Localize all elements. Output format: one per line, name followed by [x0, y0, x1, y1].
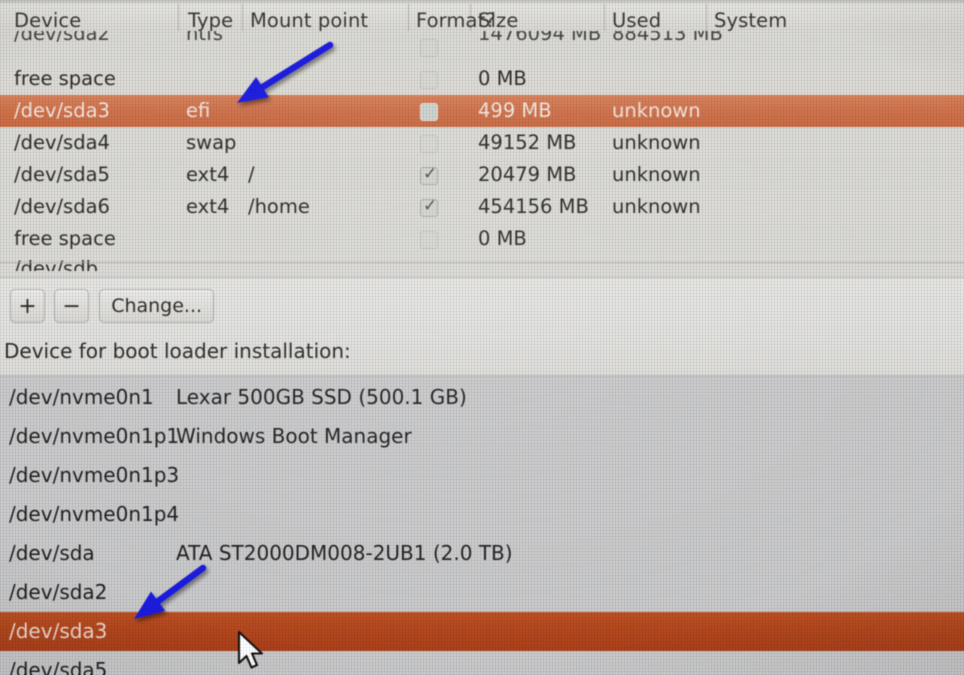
- partition-used-cell: 884513 MB: [612, 31, 723, 45]
- change-partition-button[interactable]: Change...: [99, 289, 215, 323]
- boot-device-item[interactable]: /dev/nvme0n1p3: [0, 456, 964, 495]
- boot-device-name: /dev/sda3: [9, 619, 108, 643]
- format-checkbox[interactable]: [420, 103, 438, 121]
- format-checkbox[interactable]: [420, 39, 438, 57]
- partition-device-cell: /dev/sda3: [14, 99, 110, 122]
- boot-device-name: /dev/nvme0n1p3: [9, 463, 180, 487]
- partition-device-cell: /dev/sda2: [14, 31, 110, 45]
- partition-type-cell: swap: [186, 131, 237, 154]
- partition-device-cell: /dev/sdb: [14, 257, 98, 271]
- boot-device-item[interactable]: /dev/sda2: [0, 573, 964, 612]
- column-header-system[interactable]: System: [714, 9, 787, 32]
- boot-device-item[interactable]: /dev/nvme0n1p4: [0, 495, 964, 534]
- partition-type-cell: ext4: [186, 195, 230, 218]
- partition-size-cell: 20479 MB: [478, 163, 577, 186]
- partition-row[interactable]: free space 0 MB: [0, 223, 964, 255]
- partition-size-cell: 454156 MB: [478, 195, 589, 218]
- boot-device-description: Lexar 500GB SSD (500.1 GB): [176, 385, 467, 409]
- partition-row[interactable]: /dev/sda5 ext4 / 20479 MB unknown ✓: [0, 159, 964, 191]
- partition-device-cell: /dev/sda4: [14, 131, 110, 154]
- boot-device-name: /dev/sda5: [9, 658, 108, 675]
- partition-row[interactable]: /dev/sda4 swap 49152 MB unknown: [0, 127, 964, 159]
- partition-device-cell: /dev/sda5: [14, 163, 110, 186]
- check-icon: ✓: [423, 164, 438, 184]
- partition-device-cell: /dev/sda6: [14, 195, 110, 218]
- column-header-type[interactable]: Type: [188, 9, 233, 32]
- partition-table-panel: Device Type Mount point Format? Size Use…: [0, 0, 964, 278]
- partition-row[interactable]: /dev/sda2 ntfs 1476094 MB 884513 MB: [0, 31, 964, 63]
- column-header-device[interactable]: Device: [14, 9, 81, 32]
- partition-row[interactable]: /dev/sda6 ext4/home 454156 MB unknown ✓: [0, 191, 964, 223]
- boot-loader-device-list[interactable]: /dev/nvme0n1 Lexar 500GB SSD (500.1 GB)/d…: [0, 375, 964, 675]
- partition-type-cell: ext4: [186, 163, 230, 186]
- boot-device-name: /dev/sda: [9, 541, 95, 565]
- partition-device-cell: free space: [14, 227, 116, 250]
- remove-partition-button[interactable]: −: [54, 289, 90, 323]
- partition-row[interactable]: /dev/sdb: [0, 255, 964, 271]
- partition-button-bar: + − Change...: [10, 289, 215, 323]
- boot-device-item[interactable]: /dev/sda5: [0, 651, 964, 675]
- column-header-used[interactable]: Used: [612, 9, 661, 32]
- partition-row[interactable]: free space 0 MB: [0, 63, 964, 95]
- format-checkbox[interactable]: [420, 231, 438, 249]
- partition-used-cell: unknown: [612, 131, 701, 154]
- partition-size-cell: 0 MB: [478, 227, 527, 250]
- format-checkbox[interactable]: [420, 71, 438, 89]
- boot-device-item[interactable]: /dev/nvme0n1p1 Windows Boot Manager: [0, 417, 964, 456]
- installer-screen-photo: Device Type Mount point Format? Size Use…: [0, 0, 964, 675]
- add-partition-button[interactable]: +: [10, 289, 45, 323]
- partition-type-cell: efi: [186, 99, 211, 122]
- partition-size-cell: 0 MB: [478, 67, 527, 90]
- partition-table-body: /dev/sda2 ntfs 1476094 MB 884513 MB free spa…: [0, 31, 964, 278]
- format-checkbox[interactable]: [420, 135, 438, 153]
- partition-row[interactable]: /dev/sda3 efi 499 MB unknown: [0, 95, 964, 127]
- boot-device-name: /dev/nvme0n1p4: [9, 502, 180, 526]
- boot-device-description: ATA ST2000DM008-2UB1 (2.0 TB): [176, 541, 513, 565]
- boot-device-name: /dev/nvme0n1p1: [9, 424, 180, 448]
- format-checkbox[interactable]: ✓: [420, 164, 438, 185]
- table-inner-rule: [0, 262, 964, 263]
- boot-device-item[interactable]: /dev/sda3: [0, 612, 964, 651]
- partition-controls-area: + − Change... Device for boot loader ins…: [0, 278, 964, 375]
- partition-mount-cell: /: [248, 163, 255, 186]
- partition-size-cell: 499 MB: [478, 99, 552, 122]
- partition-used-cell: unknown: [612, 99, 701, 122]
- partition-mount-cell: /home: [248, 195, 310, 218]
- format-checkbox[interactable]: ✓: [420, 196, 438, 217]
- boot-device-item[interactable]: /dev/sda ATA ST2000DM008-2UB1 (2.0 TB): [0, 534, 964, 573]
- boot-device-item[interactable]: /dev/nvme0n1 Lexar 500GB SSD (500.1 GB): [0, 378, 964, 417]
- partition-size-cell: 1476094 MB: [478, 31, 602, 45]
- column-header-mount-point[interactable]: Mount point: [250, 9, 368, 32]
- partition-device-cell: free space: [14, 67, 116, 90]
- check-icon: ✓: [423, 196, 438, 216]
- boot-loader-label: Device for boot loader installation:: [4, 339, 351, 363]
- column-header-size[interactable]: Size: [478, 9, 518, 32]
- partition-type-cell: ntfs: [186, 31, 224, 45]
- boot-device-name: /dev/sda2: [9, 580, 108, 604]
- partition-used-cell: unknown: [612, 163, 701, 186]
- boot-device-description: Windows Boot Manager: [176, 424, 412, 448]
- partition-size-cell: 49152 MB: [478, 131, 577, 154]
- boot-device-name: /dev/nvme0n1: [9, 385, 154, 409]
- partition-used-cell: unknown: [612, 195, 701, 218]
